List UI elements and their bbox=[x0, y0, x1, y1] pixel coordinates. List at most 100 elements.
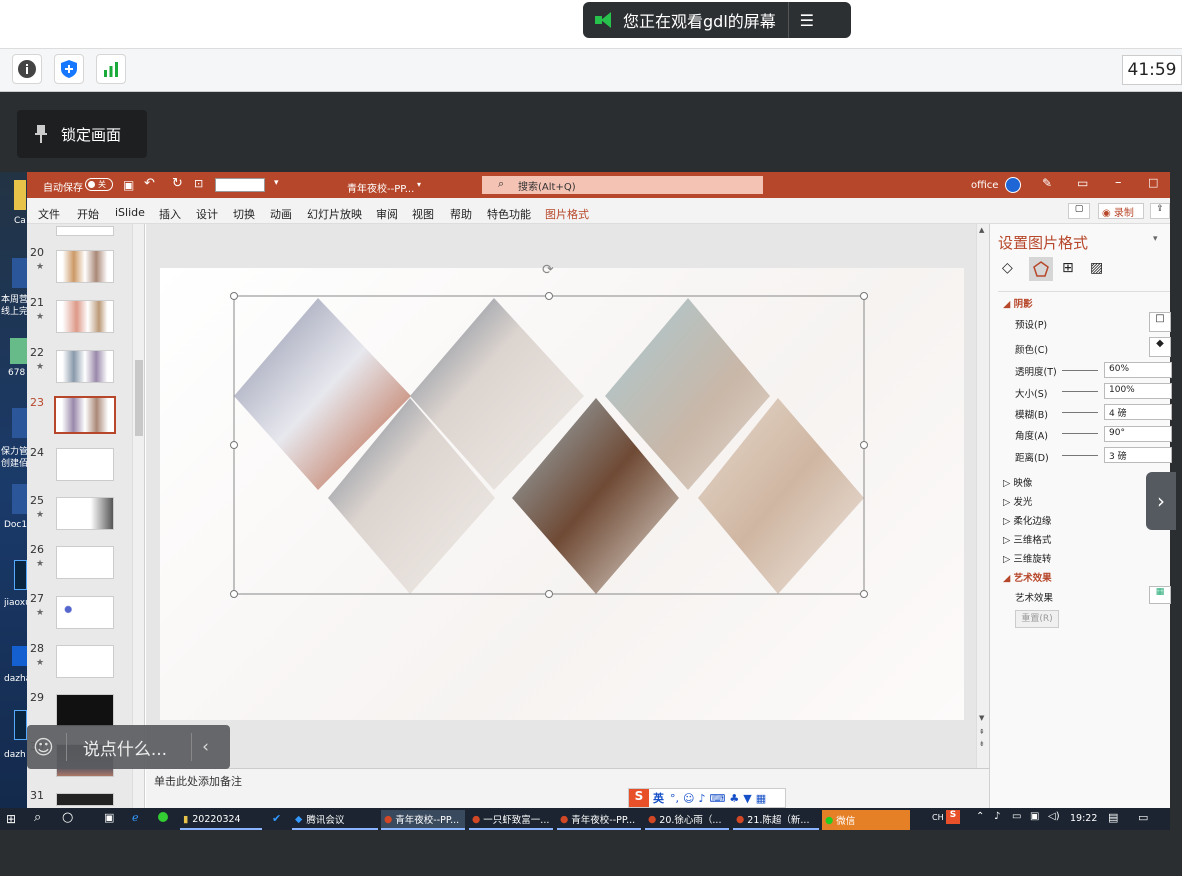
resize-handle[interactable] bbox=[860, 441, 868, 449]
slide-thumbnail[interactable] bbox=[56, 645, 114, 678]
slide-thumbnail-selected[interactable] bbox=[54, 396, 116, 434]
size-field[interactable]: 100% bbox=[1104, 383, 1172, 399]
store-icon[interactable]: ▣ bbox=[104, 811, 114, 824]
mic-icon[interactable]: ♪ bbox=[698, 792, 705, 805]
canvas-scrollbar[interactable] bbox=[976, 224, 989, 768]
menu-icon[interactable]: ☰ bbox=[789, 11, 825, 30]
taskbar-item-wechat[interactable]: ● 微信 bbox=[822, 810, 910, 830]
customize-icon[interactable]: ▾ bbox=[274, 178, 279, 188]
input-language[interactable]: CH bbox=[932, 813, 944, 822]
resize-handle[interactable] bbox=[230, 590, 238, 598]
info-button[interactable] bbox=[12, 54, 42, 84]
app-icon[interactable] bbox=[12, 646, 27, 666]
autosave-toggle[interactable]: 关 bbox=[85, 178, 113, 191]
taskbar-item-ppt[interactable]: ● 青年夜校--PP... bbox=[557, 810, 641, 830]
size-slider[interactable] bbox=[1062, 391, 1098, 392]
blur-field[interactable]: 4 磅 bbox=[1104, 404, 1172, 420]
taskbar-item-ppt[interactable]: ● 青年夜校--PP... bbox=[381, 810, 465, 830]
slide-thumbnail[interactable] bbox=[56, 250, 114, 283]
sogou-tray-icon[interactable]: S bbox=[946, 810, 960, 824]
thumbnail-scrollbar[interactable] bbox=[132, 224, 144, 808]
taskbar-item-ppt[interactable]: ● 一只虾致富一... bbox=[469, 810, 553, 830]
punctuation-icon[interactable]: °, bbox=[670, 792, 679, 805]
fill-line-icon[interactable]: ◇ bbox=[1002, 260, 1013, 276]
skin-icon[interactable]: ♣ bbox=[729, 792, 739, 805]
slide-thumbnail[interactable] bbox=[56, 448, 114, 481]
clock[interactable]: 19:22 bbox=[1070, 813, 1097, 824]
tray-expand-icon[interactable]: ⌃ bbox=[976, 811, 984, 822]
record-button[interactable]: ◉ 录制 bbox=[1098, 203, 1144, 219]
search-icon[interactable]: ⌕ bbox=[34, 810, 41, 825]
avatar[interactable] bbox=[1005, 177, 1021, 193]
taskbar-item-tencent-meeting[interactable]: ◆ 腾讯会议 bbox=[292, 810, 378, 830]
diamond-picture[interactable] bbox=[160, 258, 964, 720]
reset-button[interactable]: 重置(R) bbox=[1015, 610, 1059, 628]
pen-icon[interactable]: ✎ bbox=[1042, 176, 1052, 190]
section-soft-edges[interactable]: ▷ 柔化边缘 bbox=[1003, 513, 1051, 527]
security-button[interactable] bbox=[54, 54, 84, 84]
resize-handle[interactable] bbox=[860, 292, 868, 300]
scroll-up-icon[interactable]: ▲ bbox=[979, 226, 984, 234]
tab-review[interactable]: 审阅 bbox=[376, 206, 398, 222]
scroll-down-icon[interactable]: ▼ bbox=[979, 714, 984, 722]
volume-icon[interactable]: ◁) bbox=[1048, 811, 1060, 822]
slide-thumbnail[interactable] bbox=[56, 596, 114, 629]
section-artistic-effects[interactable]: ◢ 艺术效果 bbox=[1003, 570, 1052, 584]
tab-picture-format[interactable]: 图片格式 bbox=[545, 206, 589, 222]
notification-icon[interactable]: ▭ bbox=[1138, 811, 1148, 824]
rotate-handle-icon[interactable]: ⟳ bbox=[542, 262, 554, 278]
collapse-chat-icon[interactable]: ‹ bbox=[202, 737, 209, 757]
image-icon[interactable] bbox=[10, 338, 27, 364]
slide-thumbnail[interactable] bbox=[56, 350, 114, 383]
preset-button[interactable]: □ bbox=[1149, 312, 1171, 332]
ps-icon[interactable] bbox=[14, 710, 27, 740]
ribbon-display-icon[interactable]: ▭ bbox=[1077, 176, 1088, 190]
distance-field[interactable]: 3 磅 bbox=[1104, 447, 1172, 463]
present-icon[interactable]: ⊡ bbox=[194, 177, 203, 190]
blur-slider[interactable] bbox=[1062, 412, 1098, 413]
slide-thumbnail[interactable] bbox=[56, 793, 114, 806]
network-button[interactable] bbox=[96, 54, 126, 84]
folder-icon[interactable] bbox=[14, 180, 26, 210]
effects-tab[interactable] bbox=[1029, 257, 1053, 281]
cortana-icon[interactable]: ○ bbox=[62, 810, 73, 825]
save-icon[interactable]: ▣ bbox=[123, 178, 134, 192]
resize-handle[interactable] bbox=[230, 292, 238, 300]
taskbar-item-ppt[interactable]: ● 20.徐心雨（... bbox=[645, 810, 729, 830]
chat-input[interactable]: ☺ 说点什么... ‹ bbox=[27, 725, 230, 769]
slide-thumbnail[interactable] bbox=[56, 300, 114, 333]
section-glow[interactable]: ▷ 发光 bbox=[1003, 494, 1032, 508]
section-reflection[interactable]: ▷ 映像 bbox=[1003, 475, 1032, 489]
color-picker-icon[interactable]: ◆ bbox=[1149, 337, 1171, 357]
expand-panel-button[interactable]: › bbox=[1146, 472, 1176, 530]
tab-file[interactable]: 文件 bbox=[38, 206, 60, 222]
tab-animations[interactable]: 动画 bbox=[270, 206, 292, 222]
section-3d-rotation[interactable]: ▷ 三维旋转 bbox=[1003, 551, 1051, 565]
slide-thumbnail[interactable] bbox=[56, 694, 114, 727]
prev-slide-icon[interactable]: ⇞ bbox=[979, 728, 985, 736]
transparency-slider[interactable] bbox=[1062, 370, 1098, 371]
resize-handle[interactable] bbox=[230, 441, 238, 449]
tab-design[interactable]: 设计 bbox=[196, 206, 218, 222]
network-icon[interactable]: ▣ bbox=[1030, 811, 1039, 822]
resize-handle[interactable] bbox=[545, 292, 553, 300]
sogou-icon[interactable]: S bbox=[629, 789, 649, 807]
browser-icon[interactable] bbox=[158, 812, 168, 822]
angle-slider[interactable] bbox=[1062, 433, 1098, 434]
comment-icon[interactable]: ▢ bbox=[1068, 203, 1090, 219]
next-slide-icon[interactable]: ⇟ bbox=[979, 740, 985, 748]
font-size-box[interactable] bbox=[215, 178, 265, 192]
battery-icon[interactable]: ▭ bbox=[1012, 811, 1021, 822]
tab-insert[interactable]: 插入 bbox=[159, 206, 181, 222]
tab-transitions[interactable]: 切换 bbox=[233, 206, 255, 222]
taskbar-item-ppt[interactable]: ● 21.陈超（新... bbox=[733, 810, 819, 830]
emoji-icon[interactable]: ☺ bbox=[33, 735, 54, 759]
lock-view-button[interactable]: 锁定画面 bbox=[17, 110, 147, 158]
scrollbar-thumb[interactable] bbox=[135, 360, 143, 436]
minimize-icon[interactable]: – bbox=[1115, 175, 1122, 190]
ime-mode[interactable]: 英 bbox=[653, 790, 664, 806]
resize-handle[interactable] bbox=[860, 590, 868, 598]
redo-icon[interactable]: ↻ bbox=[172, 176, 183, 191]
word-icon[interactable] bbox=[12, 484, 27, 514]
keyboard-icon[interactable]: ⌨ bbox=[710, 792, 726, 805]
